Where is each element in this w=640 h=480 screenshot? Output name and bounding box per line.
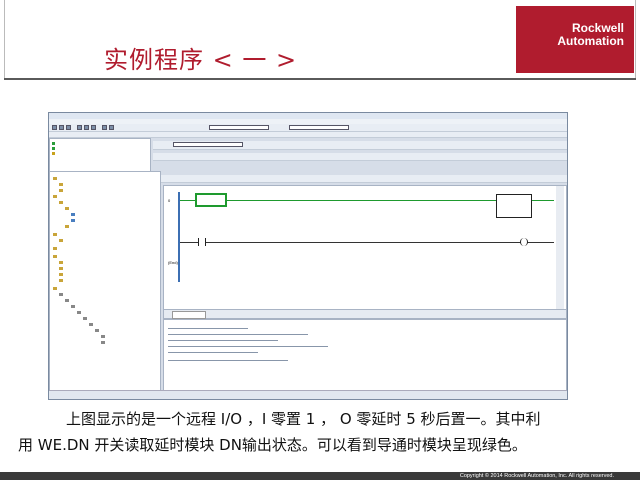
io-module-icon: [59, 292, 63, 296]
io-module-icon: [95, 328, 99, 332]
ladder-toolbar: [153, 141, 567, 150]
output-line: [168, 360, 288, 361]
output-line: [168, 340, 278, 341]
folder-icon: [65, 224, 69, 228]
folder-icon: [53, 246, 57, 250]
folder-icon: [59, 200, 63, 204]
language-element-toolbar: [153, 153, 567, 161]
slide-frame-right: [635, 0, 636, 78]
io-module-icon: [101, 340, 105, 344]
run-led-icon: [52, 142, 55, 145]
io-module-icon: [77, 310, 81, 314]
slide-title: 实例程序 < 一 >: [104, 46, 298, 74]
folder-icon: [59, 182, 63, 186]
open-file-icon: [59, 125, 64, 130]
output-line: [168, 334, 308, 335]
slide-frame-left: [4, 0, 5, 78]
slide-caption: 上图显示的是一个远程 I/O ，I 零置 1 ， O 零延时 5 秒后置一。其中…: [18, 406, 618, 458]
folder-icon: [59, 188, 63, 192]
folder-icon: [53, 176, 57, 180]
folder-icon: [59, 260, 63, 264]
caption-line-1: 上图显示的是一个远程 I/O ，I 零置 1 ， O 零延时 5 秒后置一。其中…: [66, 410, 541, 428]
io-module-icon: [65, 298, 69, 302]
ladder-scrollbar: [556, 186, 564, 310]
rslogix-screenshot: 0 (End): [48, 112, 568, 400]
io-module-icon: [71, 304, 75, 308]
slide-footer: Copyright © 2014 Rockwell Automation, In…: [0, 472, 640, 480]
paste-icon: [91, 125, 96, 130]
folder-icon: [53, 254, 57, 258]
we-dn-contact: [198, 238, 206, 246]
ok-led-icon: [52, 147, 55, 150]
io-module-icon: [101, 334, 105, 338]
ton-timer-block: [496, 194, 532, 218]
logo-line-2: Automation: [557, 34, 624, 48]
folder-icon: [53, 286, 57, 290]
copyright-text: Copyright © 2014 Rockwell Automation, In…: [459, 473, 614, 479]
routine-tabbar: [163, 309, 567, 319]
instruction-palette: [153, 175, 567, 183]
xic-contact-green: [196, 194, 226, 206]
folder-icon: [53, 232, 57, 236]
new-file-icon: [52, 125, 57, 130]
folder-icon: [59, 272, 63, 276]
output-line: [168, 352, 258, 353]
output-coil: [520, 238, 528, 246]
output-line: [168, 328, 248, 329]
folder-icon: [59, 238, 63, 242]
ladder-editor: 0 (End): [163, 185, 567, 311]
main-toolbar: [49, 124, 567, 132]
folder-icon: [59, 266, 63, 270]
tab-main-routine: [172, 311, 206, 319]
redo-icon: [109, 125, 114, 130]
cut-icon: [77, 125, 82, 130]
output-pane: [163, 319, 567, 391]
io-led-icon: [52, 152, 55, 155]
rung-1-wire: [180, 242, 554, 243]
path-combo: [289, 125, 349, 130]
folder-icon: [59, 278, 63, 282]
copy-icon: [84, 125, 89, 130]
rung-end-label: (End): [168, 260, 178, 265]
rung-number-start: 0: [168, 198, 171, 203]
io-module-icon: [83, 316, 87, 320]
routine-combo: [173, 142, 243, 147]
undo-icon: [102, 125, 107, 130]
folder-icon: [53, 194, 57, 198]
company-logo: Rockwell Automation: [516, 6, 634, 73]
search-combo: [209, 125, 269, 130]
app-statusbar: [49, 390, 567, 399]
header-divider: [4, 78, 636, 80]
caption-line-2: 用 WE.DN 开关读取延时模块 DN输出状态。可以看到导通时模块呈现绿色。: [18, 436, 527, 454]
left-power-rail: [178, 192, 180, 282]
output-line: [168, 346, 328, 347]
routine-icon: [71, 212, 75, 216]
io-module-icon: [89, 322, 93, 326]
routine-icon: [71, 218, 75, 222]
folder-icon: [65, 206, 69, 210]
save-icon: [66, 125, 71, 130]
controller-organizer-tree: [49, 171, 161, 399]
